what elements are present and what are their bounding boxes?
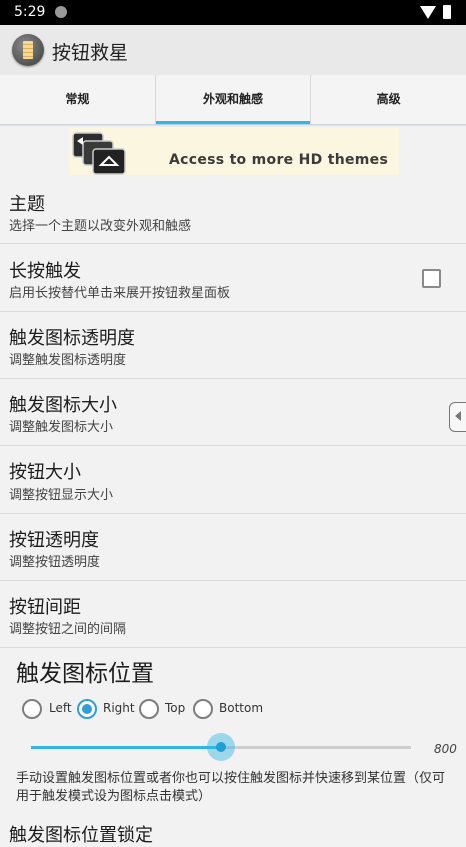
app-bar: 按钮救星: [0, 25, 466, 75]
position-radio-group: Left Right Top Bottom: [0, 697, 466, 723]
slider-thumb[interactable]: [216, 742, 226, 752]
pref-summary: 调整触发图标大小: [9, 420, 114, 435]
pref-trigger-position-lock-title[interactable]: 触发图标位置锁定: [9, 821, 153, 847]
pref-title: 触发图标大小: [9, 395, 117, 416]
tab-advanced[interactable]: 高级: [310, 75, 466, 124]
pref-summary: 启用长按替代单击来展开按钮救星面板: [9, 286, 231, 301]
app-icon[interactable]: [12, 34, 44, 66]
pref-trigger-icon-size[interactable]: 触发图标大小 调整触发图标大小: [0, 379, 466, 446]
status-time: 5:29: [14, 4, 46, 20]
radio-label-bottom: Bottom: [219, 701, 264, 715]
tab-appearance[interactable]: 外观和触感: [154, 75, 311, 125]
slider-fill: [31, 746, 221, 749]
tab-general[interactable]: 常规: [0, 75, 155, 124]
radio-label-top: Top: [165, 701, 186, 715]
pref-title: 按钮间距: [9, 597, 81, 618]
pref-summary: 选择一个主题以改变外观和触感: [9, 219, 192, 234]
wifi-icon: [420, 6, 436, 19]
pref-button-size[interactable]: 按钮大小 调整按钮显示大小: [0, 446, 466, 514]
pref-title: 长按触发: [9, 261, 81, 282]
position-slider[interactable]: 800: [0, 730, 466, 766]
battery-icon: [443, 5, 451, 19]
slider-value: 800: [434, 742, 457, 756]
pref-summary: 调整按钮显示大小: [9, 488, 114, 503]
pref-button-spacing[interactable]: 按钮间距 调整按钮之间的间隔: [0, 581, 466, 648]
pref-theme[interactable]: 主题 选择一个主题以改变外观和触感: [0, 177, 466, 244]
pref-summary: 调整按钮透明度: [9, 555, 101, 570]
tab-bar: 常规 外观和触感 高级: [0, 75, 466, 125]
pref-title: 触发图标透明度: [9, 328, 135, 349]
radio-label-left: Left: [49, 701, 72, 715]
pref-trigger-icon-opacity[interactable]: 触发图标透明度 调整触发图标透明度: [0, 312, 466, 379]
pref-title: 主题: [9, 194, 45, 215]
long-press-checkbox[interactable]: [422, 269, 441, 288]
radio-bottom[interactable]: [193, 699, 213, 719]
app-title: 按钮救星: [52, 42, 129, 64]
pref-long-press-trigger[interactable]: 长按触发 启用长按替代单击来展开按钮救星面板: [0, 244, 466, 312]
radio-top[interactable]: [139, 699, 159, 719]
pref-title: 按钮大小: [9, 462, 81, 483]
trigger-position-description: 手动设置触发图标位置或者你也可以按住触发图标并快速移到某位置（仅可用于触发模式设…: [16, 771, 446, 804]
themes-banner[interactable]: Access to more HD themes: [69, 127, 399, 175]
pref-summary: 调整触发图标透明度: [9, 353, 127, 368]
banner-text: Access to more HD themes: [169, 152, 389, 168]
floating-trigger-handle[interactable]: [449, 402, 466, 432]
pref-button-opacity[interactable]: 按钮透明度 调整按钮透明度: [0, 514, 466, 581]
themes-icon: [72, 132, 126, 175]
radio-right[interactable]: [77, 699, 97, 719]
radio-label-right: Right: [103, 701, 135, 715]
notification-icon: [55, 6, 67, 18]
radio-left[interactable]: [22, 699, 42, 719]
trigger-position-title: 触发图标位置: [16, 661, 154, 687]
pref-summary: 调整按钮之间的间隔: [9, 622, 127, 637]
status-bar: 5:29: [0, 0, 466, 25]
pref-title: 按钮透明度: [9, 530, 99, 551]
